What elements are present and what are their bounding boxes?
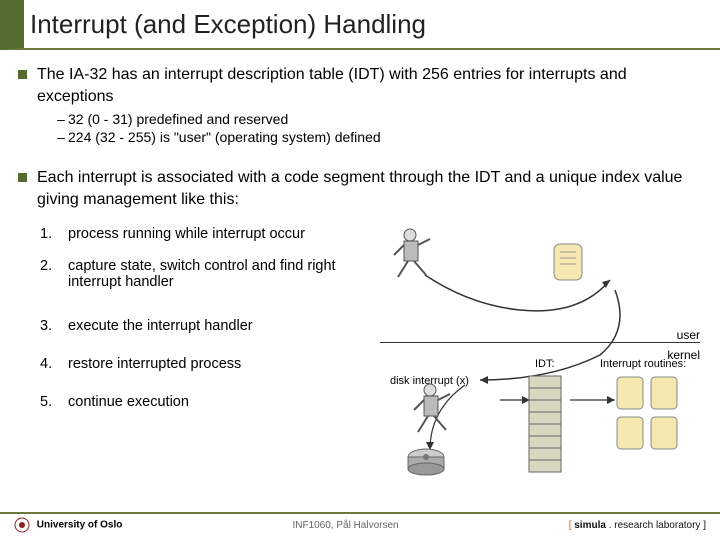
user-kernel-divider	[380, 342, 700, 343]
bullet-1: The IA-32 has an interrupt description t…	[18, 64, 702, 107]
bullet-2: Each interrupt is associated with a code…	[18, 167, 702, 210]
footer-right: [ simula . research laboratory ]	[569, 520, 706, 531]
university-crest-icon	[14, 517, 30, 533]
bullet-1-sublist: – 32 (0 - 31) predefined and reserved – …	[54, 111, 702, 145]
square-bullet-icon	[18, 173, 27, 182]
idt-table-icon	[528, 375, 562, 475]
step-number: 5.	[40, 394, 68, 410]
sub-bullet: – 32 (0 - 31) predefined and reserved	[54, 111, 702, 127]
footer-left: University of Oslo	[14, 517, 122, 533]
diagram-area: user kernel disk interrupt (x) IDT: Inte…	[370, 250, 700, 540]
step-text: restore interrupted process	[68, 356, 368, 372]
footer-left-text: University of Oslo	[37, 520, 123, 531]
dash-icon: –	[54, 129, 68, 145]
idt-label: IDT:	[535, 358, 555, 370]
hard-disk-icon	[405, 445, 447, 479]
simula-word: simula	[574, 520, 606, 531]
routines-scrolls-icon	[615, 375, 685, 485]
title-bar: Interrupt (and Exception) Handling	[0, 0, 720, 50]
user-label: user	[677, 328, 700, 342]
step-text: continue execution	[68, 394, 368, 410]
dash-icon: –	[54, 111, 68, 127]
sub-bullet: – 224 (32 - 255) is "user" (operating sy…	[54, 129, 702, 145]
sub-bullet-text: 224 (32 - 255) is "user" (operating syst…	[68, 129, 381, 145]
step-row: 1. process running while interrupt occur	[40, 226, 702, 242]
sub-bullet-text: 32 (0 - 31) predefined and reserved	[68, 111, 288, 127]
lab-text: . research laboratory ]	[606, 520, 706, 531]
square-bullet-icon	[18, 70, 27, 79]
content-area: The IA-32 has an interrupt description t…	[0, 50, 720, 410]
step-text: capture state, switch control and find r…	[68, 258, 368, 290]
bullet-2-text: Each interrupt is associated with a code…	[37, 167, 702, 210]
step-text: execute the interrupt handler	[68, 318, 368, 334]
footer: University of Oslo INF1060, Pål Halvorse…	[0, 512, 720, 536]
bullet-1-text: The IA-32 has an interrupt description t…	[37, 64, 702, 107]
step-text: process running while interrupt occur	[68, 226, 368, 242]
step-number: 1.	[40, 226, 68, 242]
running-person-icon	[410, 380, 460, 440]
step-number: 3.	[40, 318, 68, 334]
interrupt-routines-label: Interrupt routines:	[600, 358, 686, 370]
footer-center-text: INF1060, Pål Halvorsen	[292, 520, 398, 531]
step-number: 2.	[40, 258, 68, 290]
step-number: 4.	[40, 356, 68, 372]
slide-title: Interrupt (and Exception) Handling	[30, 9, 426, 40]
